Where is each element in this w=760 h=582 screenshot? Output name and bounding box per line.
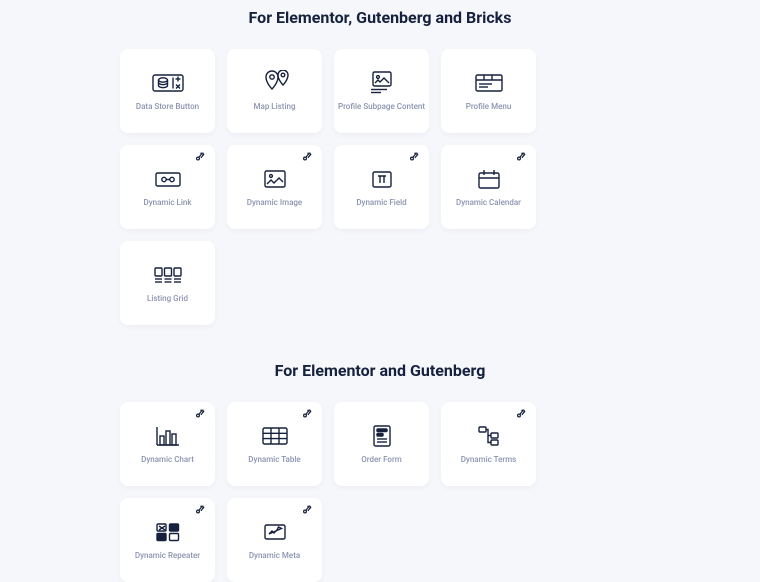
dynamic-badge-icon [195,151,205,161]
dynamic-badge-icon [195,504,205,514]
section-title-1: For Elementor, Gutenberg and Bricks [120,8,640,27]
widget-label: Listing Grid [147,294,188,304]
image-icon [258,166,292,192]
widget-label: Dynamic Meta [249,551,300,561]
calendar-icon [472,166,506,192]
data-store-icon [151,70,185,96]
widget-label: Dynamic Field [356,198,406,208]
grid-1: Data Store Button Map Listing Profile Su… [120,49,640,325]
widget-card-profile-menu[interactable]: Profile Menu [441,49,536,133]
widget-card-chart[interactable]: Dynamic Chart [120,402,215,486]
widget-card-grid[interactable]: Listing Grid [120,241,215,325]
section-title-2: For Elementor and Gutenberg [120,361,640,380]
widget-label: Dynamic Table [248,455,300,465]
widget-label: Order Form [361,455,402,465]
profile-menu-icon [472,70,506,96]
profile-content-icon [365,70,399,96]
widget-card-image[interactable]: Dynamic Image [227,145,322,229]
dynamic-badge-icon [409,151,419,161]
widget-label: Dynamic Chart [141,455,194,465]
widget-card-map-pin[interactable]: Map Listing [227,49,322,133]
widget-card-field[interactable]: Dynamic Field [334,145,429,229]
terms-icon [472,423,506,449]
widget-card-form[interactable]: Order Form [334,402,429,486]
repeater-icon [151,519,185,545]
dynamic-badge-icon [516,408,526,418]
meta-icon [258,519,292,545]
table-icon [258,423,292,449]
widget-label: Profile Menu [466,102,512,112]
widget-label: Dynamic Repeater [135,551,200,561]
widget-label: Dynamic Calendar [456,198,521,208]
widget-card-link[interactable]: Dynamic Link [120,145,215,229]
dynamic-badge-icon [195,408,205,418]
widget-card-table[interactable]: Dynamic Table [227,402,322,486]
widget-card-repeater[interactable]: Dynamic Repeater [120,498,215,582]
widget-card-calendar[interactable]: Dynamic Calendar [441,145,536,229]
chart-icon [151,423,185,449]
widget-label: Data Store Button [136,102,199,112]
widget-card-meta[interactable]: Dynamic Meta [227,498,322,582]
widget-label: Dynamic Terms [461,455,517,465]
form-icon [365,423,399,449]
widget-label: Profile Subpage Content [338,102,425,112]
dynamic-badge-icon [302,151,312,161]
dynamic-badge-icon [516,151,526,161]
dynamic-badge-icon [302,504,312,514]
widget-label: Dynamic Image [247,198,302,208]
grid-icon [151,262,185,288]
widgets-container: For Elementor, Gutenberg and Bricks Data… [0,0,760,582]
map-pin-icon [258,70,292,96]
widget-card-terms[interactable]: Dynamic Terms [441,402,536,486]
widget-card-profile-content[interactable]: Profile Subpage Content [334,49,429,133]
dynamic-badge-icon [302,408,312,418]
widget-card-data-store[interactable]: Data Store Button [120,49,215,133]
link-icon [151,166,185,192]
grid-2: Dynamic Chart Dynamic Table Order Form D… [120,402,640,582]
widget-label: Map Listing [254,102,296,112]
field-icon [365,166,399,192]
widget-label: Dynamic Link [143,198,191,208]
